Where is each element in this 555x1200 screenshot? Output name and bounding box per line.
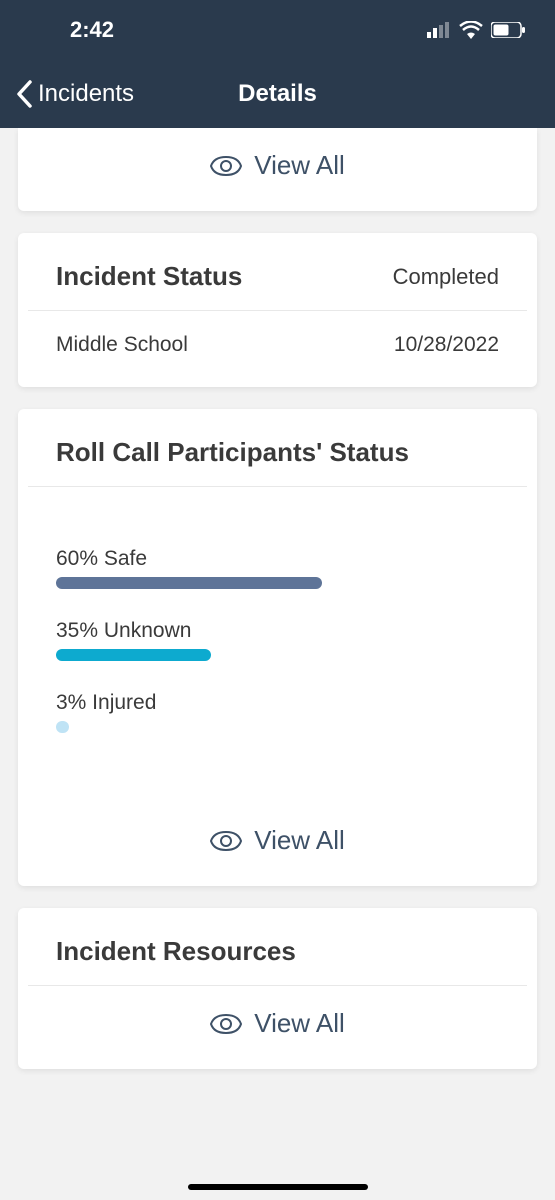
page-title: Details [238, 80, 317, 108]
incident-status-card: Incident Status Completed Middle School … [18, 233, 537, 387]
progress-item: 60% Safe [56, 547, 499, 589]
progress-bar-container [56, 577, 499, 589]
progress-item: 35% Unknown [56, 619, 499, 661]
back-label: Incidents [38, 80, 134, 108]
main-content: View All Incident Status Completed Middl… [0, 128, 555, 1200]
incident-status-value: Completed [393, 264, 499, 290]
status-indicators [427, 21, 525, 39]
resources-title: Incident Resources [56, 936, 296, 967]
signal-icon [427, 22, 451, 38]
eye-icon [210, 1013, 242, 1035]
roll-call-chart: 60% Safe 35% Unknown 3% Injured [18, 487, 537, 803]
roll-call-card: Roll Call Participants' Status 60% Safe 3… [18, 409, 537, 886]
view-all-label: View All [254, 150, 345, 181]
eye-icon [210, 155, 242, 177]
progress-label: 60% Safe [56, 547, 499, 571]
status-time: 2:42 [70, 17, 114, 43]
incident-status-body: Middle School 10/28/2022 [18, 311, 537, 387]
incident-status-header: Incident Status Completed [28, 233, 527, 311]
incident-date: 10/28/2022 [394, 333, 499, 357]
incident-location: Middle School [56, 333, 188, 357]
view-all-label: View All [254, 825, 345, 856]
progress-bar [56, 721, 69, 733]
progress-item: 3% Injured [56, 691, 499, 733]
progress-bar [56, 577, 322, 589]
roll-call-title: Roll Call Participants' Status [56, 437, 409, 468]
view-all-button-top[interactable]: View All [18, 128, 537, 211]
progress-bar [56, 649, 211, 661]
incident-resources-card: Incident Resources View All [18, 908, 537, 1069]
progress-label: 3% Injured [56, 691, 499, 715]
view-all-button-resources[interactable]: View All [18, 986, 537, 1069]
roll-call-header: Roll Call Participants' Status [28, 409, 527, 487]
chevron-left-icon [14, 79, 36, 109]
incident-status-title: Incident Status [56, 261, 242, 292]
progress-label: 35% Unknown [56, 619, 499, 643]
nav-bar: Incidents Details [0, 60, 555, 128]
wifi-icon [459, 21, 483, 39]
home-indicator[interactable] [188, 1184, 368, 1190]
status-bar: 2:42 [0, 0, 555, 60]
progress-bar-container [56, 649, 499, 661]
resources-header: Incident Resources [28, 908, 527, 986]
view-all-label: View All [254, 1008, 345, 1039]
back-button[interactable]: Incidents [14, 79, 134, 109]
card-top-partial: View All [18, 128, 537, 211]
battery-icon [491, 22, 525, 38]
view-all-button-rollcall[interactable]: View All [18, 803, 537, 886]
eye-icon [210, 830, 242, 852]
progress-bar-container [56, 721, 499, 733]
